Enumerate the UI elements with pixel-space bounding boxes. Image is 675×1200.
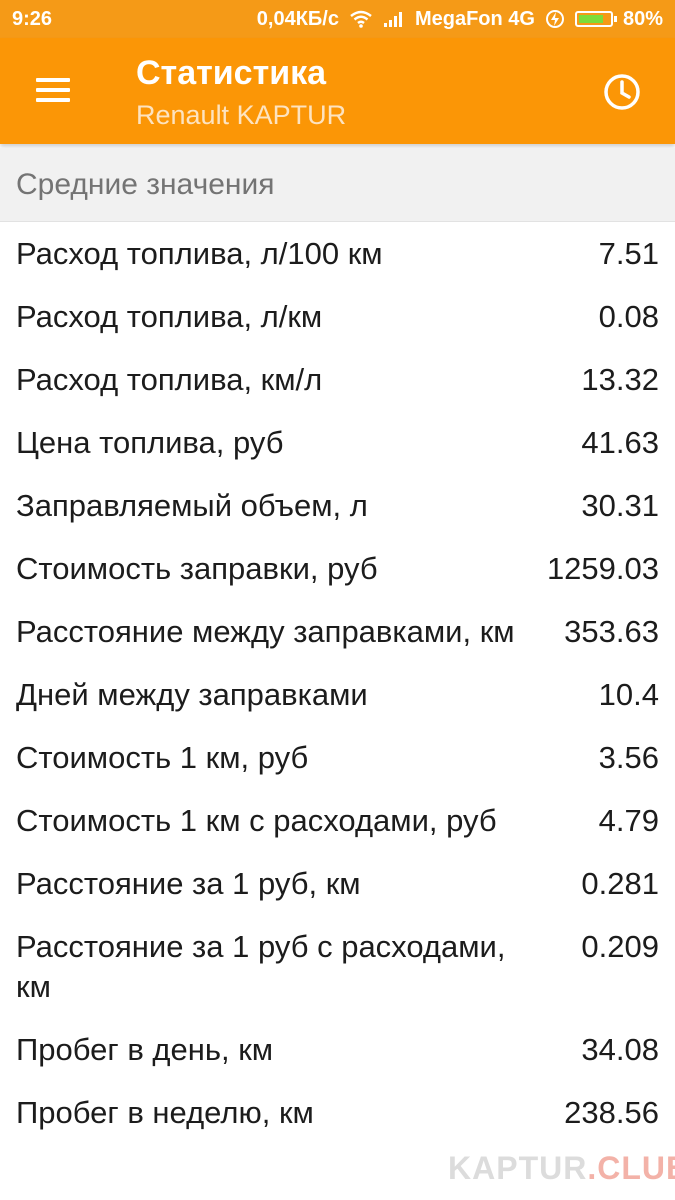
- stat-row: Расход топлива, л/км 0.08: [0, 285, 675, 348]
- signal-icon: [383, 12, 402, 27]
- network-speed: 0,04КБ/с: [256, 7, 339, 30]
- status-bar: 9:26 0,04КБ/с MegaFon 4G 80%: [0, 0, 675, 38]
- stat-label: Стоимость заправки, руб: [16, 551, 378, 586]
- stat-row: Стоимость 1 км, руб 3.56: [0, 726, 675, 789]
- stat-label: Дней между заправками: [16, 677, 368, 712]
- stat-value: 34.08: [581, 1032, 659, 1067]
- battery-icon: [574, 11, 617, 27]
- section-title: Средние значения: [16, 168, 275, 201]
- stat-value: 3.56: [598, 740, 659, 775]
- watermark-accent: .CLUB: [587, 1150, 675, 1186]
- stat-label: Пробег в неделю, км: [16, 1095, 314, 1130]
- stat-value: 13.32: [581, 362, 659, 397]
- stat-row: Стоимость заправки, руб 1259.03: [0, 537, 675, 600]
- stat-label: Расстояние за 1 руб, км: [16, 866, 361, 901]
- stat-row: Стоимость 1 км с расходами, руб 4.79: [0, 789, 675, 852]
- stat-label: Расстояние за 1 руб с расходами, км: [16, 929, 506, 1004]
- stat-value: 0.08: [598, 299, 659, 334]
- stat-label: Расход топлива, л/100 км: [16, 236, 383, 271]
- stat-value: 0.281: [581, 866, 659, 901]
- app-toolbar: Статистика Renault KAPTUR: [0, 38, 675, 144]
- status-indicators: 0,04КБ/с MegaFon 4G 80%: [257, 8, 663, 31]
- stat-row: Расход топлива, км/л 13.32: [0, 348, 675, 411]
- watermark: KAPTUR.CLUB: [448, 1150, 675, 1187]
- stat-value: 7.51: [598, 236, 659, 271]
- wifi-icon: [350, 10, 372, 28]
- stat-row: Расстояние между заправками, км 353.63: [0, 600, 675, 663]
- stat-label: Заправляемый объем, л: [16, 488, 368, 523]
- clock-icon[interactable]: [602, 72, 642, 112]
- stat-value: 30.31: [581, 488, 659, 523]
- stat-row: Расстояние за 1 руб с расходами, км 0.209: [0, 915, 675, 1018]
- stat-row: Заправляемый объем, л 30.31: [0, 474, 675, 537]
- stat-row: Пробег в неделю, км 238.56: [0, 1081, 675, 1144]
- stat-row: Дней между заправками 10.4: [0, 663, 675, 726]
- stat-value: 41.63: [581, 425, 659, 460]
- stat-row: Расход топлива, л/100 км 7.51: [0, 222, 675, 285]
- stat-row: Расстояние за 1 руб, км 0.281: [0, 852, 675, 915]
- stat-value: 10.4: [598, 677, 659, 712]
- battery-percent: 80%: [622, 7, 663, 30]
- stat-row: Цена топлива, руб 41.63: [0, 411, 675, 474]
- stat-label: Цена топлива, руб: [16, 425, 284, 460]
- watermark-main: KAPTUR: [448, 1150, 588, 1186]
- menu-icon[interactable]: [36, 78, 70, 102]
- section-header: Средние значения: [0, 148, 675, 222]
- page-subtitle: Renault KAPTUR: [136, 100, 347, 130]
- stat-label: Расход топлива, км/л: [16, 362, 323, 397]
- page-title: Статистика: [136, 54, 327, 92]
- carrier-name: MegaFon 4G: [414, 7, 535, 30]
- stat-value: 4.79: [598, 803, 659, 838]
- stat-label: Расстояние между заправками, км: [16, 614, 515, 649]
- stat-row: Пробег в день, км 34.08: [0, 1018, 675, 1081]
- stats-list: Расход топлива, л/100 км 7.51 Расход топли…: [0, 222, 675, 1144]
- stat-value: 0.209: [581, 929, 659, 964]
- status-time: 9:26: [12, 7, 53, 30]
- stat-value: 353.63: [564, 614, 659, 649]
- stat-value: 238.56: [564, 1095, 659, 1130]
- charging-icon: [545, 10, 564, 28]
- stat-label: Стоимость 1 км с расходами, руб: [16, 803, 497, 838]
- stat-label: Стоимость 1 км, руб: [16, 740, 309, 775]
- stat-label: Пробег в день, км: [16, 1032, 274, 1067]
- stat-value: 1259.03: [546, 551, 659, 586]
- stat-label: Расход топлива, л/км: [16, 299, 323, 334]
